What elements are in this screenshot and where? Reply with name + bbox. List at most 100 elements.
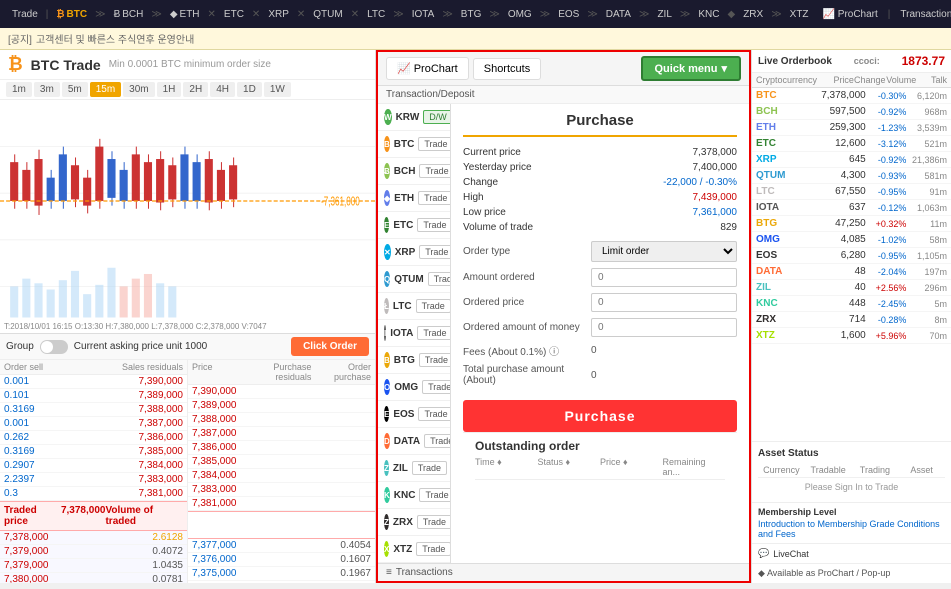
price-row-6[interactable]: 7,385,000: [188, 455, 375, 469]
rs-btc-row[interactable]: BTC7,378,000-0.30%6,120m: [752, 88, 951, 104]
currency-omg[interactable]: O OMG Trade D/W: [378, 374, 450, 401]
rs-iota-row[interactable]: IOTA637-0.12%1,063m: [752, 200, 951, 216]
tf-2h[interactable]: 2H: [183, 82, 208, 97]
nav-item-zil[interactable]: ZIL: [651, 7, 677, 22]
nav-item-xtz[interactable]: XTZ: [784, 7, 815, 22]
currency-etc[interactable]: E ETC Trade D/W: [378, 212, 450, 239]
sell-row-9[interactable]: 0.37,381,000: [0, 487, 187, 501]
bprice-row-2[interactable]: 7,376,0000.1607: [188, 553, 375, 567]
currency-data[interactable]: D DATA Trade D/W: [378, 428, 450, 455]
rs-knc-row[interactable]: KNC448-2.45%5m: [752, 296, 951, 312]
nav-item-knc[interactable]: KNC: [692, 7, 725, 22]
click-order-button[interactable]: Click Order: [291, 337, 369, 356]
buy-row-3[interactable]: 7,379,0001.0435: [0, 559, 187, 573]
nav-item-data[interactable]: DATA: [600, 7, 637, 22]
rs-bch-row[interactable]: BCH597,500-0.92%968m: [752, 104, 951, 120]
tf-5m[interactable]: 5m: [62, 82, 88, 97]
btg-trade-btn[interactable]: Trade: [419, 353, 451, 367]
price-row-4[interactable]: 7,387,000: [188, 427, 375, 441]
currency-ltc[interactable]: Ł LTC Trade D/W: [378, 293, 450, 320]
etc-trade-btn[interactable]: Trade: [417, 218, 451, 232]
nav-item-ltc[interactable]: LTC: [361, 7, 391, 22]
data-trade-btn[interactable]: Trade: [424, 434, 451, 448]
price-row-8[interactable]: 7,383,000: [188, 483, 375, 497]
money-input[interactable]: [591, 318, 737, 337]
currency-krw[interactable]: W KRW D/W: [378, 104, 450, 131]
nav-item-xrp[interactable]: XRP: [262, 7, 295, 22]
shortcuts-tab[interactable]: Shortcuts: [473, 58, 541, 80]
nav-item-bch[interactable]: Ƀ BCH: [108, 7, 150, 22]
buy-row-4[interactable]: 7,380,0000.0781: [0, 573, 187, 583]
eos-trade-btn[interactable]: Trade: [418, 407, 451, 421]
rs-xrp-row[interactable]: XRP645-0.92%21,386m: [752, 152, 951, 168]
iota-trade-btn[interactable]: Trade: [417, 326, 451, 340]
price-row-3[interactable]: 7,388,000: [188, 413, 375, 427]
price-row-7[interactable]: 7,384,000: [188, 469, 375, 483]
bprice-row-3[interactable]: 7,375,0000.1967: [188, 567, 375, 581]
sell-row-5[interactable]: 0.2627,386,000: [0, 431, 187, 445]
krw-dw-btn[interactable]: D/W: [423, 110, 451, 124]
bprice-row-4[interactable]: 7,374,0000.001: [188, 581, 375, 583]
rs-omg-row[interactable]: OMG4,085-1.02%58m: [752, 232, 951, 248]
order-type-select[interactable]: Limit order Market order: [591, 241, 737, 262]
nav-item-omg[interactable]: OMG: [502, 7, 538, 22]
sell-row-4[interactable]: 0.0017,387,000: [0, 417, 187, 431]
zil-trade-btn[interactable]: Trade: [412, 461, 447, 475]
currency-zil[interactable]: Z ZIL Trade D/W: [378, 455, 450, 482]
bch-trade-btn[interactable]: Trade: [419, 164, 451, 178]
purchase-button[interactable]: Purchase: [463, 400, 737, 432]
currency-qtum[interactable]: Q QTUM Trade D/W: [378, 266, 450, 293]
tf-4h[interactable]: 4H: [210, 82, 235, 97]
rs-zrx-row[interactable]: ZRX714-0.28%8m: [752, 312, 951, 328]
nav-transactions[interactable]: Transactions ▾: [894, 7, 951, 22]
livechat-section[interactable]: 💬 LiveChat: [752, 543, 951, 563]
tf-30m[interactable]: 30m: [123, 82, 154, 97]
ordered-price-input[interactable]: [591, 293, 737, 312]
nav-item-iota[interactable]: IOTA: [406, 7, 441, 22]
rs-zil-row[interactable]: ZIL40+2.56%296m: [752, 280, 951, 296]
zrx-trade-btn[interactable]: Trade: [417, 515, 451, 529]
rs-etc-row[interactable]: ETC12,600-3.12%521m: [752, 136, 951, 152]
rs-xtz-row[interactable]: XTZ1,600+5.96%70m: [752, 328, 951, 344]
tf-15m[interactable]: 15m: [90, 82, 121, 97]
currency-btg[interactable]: B BTG Trade D/W: [378, 347, 450, 374]
tf-1w[interactable]: 1W: [264, 82, 291, 97]
tf-3m[interactable]: 3m: [34, 82, 60, 97]
currency-xtz[interactable]: X XTZ Trade D/W: [378, 536, 450, 563]
currency-eos[interactable]: E EOS Trade D/W: [378, 401, 450, 428]
qtum-trade-btn[interactable]: Trade: [428, 272, 451, 286]
bprice-row-1[interactable]: 7,377,0000.4054: [188, 539, 375, 553]
price-row-9[interactable]: 7,381,000: [188, 497, 375, 511]
ltc-trade-btn[interactable]: Trade: [416, 299, 451, 313]
tf-1m[interactable]: 1m: [6, 82, 32, 97]
transactions-bar-bottom[interactable]: ≡ Transactions: [378, 563, 749, 581]
nav-item-eos[interactable]: EOS: [552, 7, 585, 22]
sell-row-1[interactable]: 0.0017,390,000: [0, 375, 187, 389]
sell-row-8[interactable]: 2.23977,383,000: [0, 473, 187, 487]
xrp-trade-btn[interactable]: Trade: [419, 245, 451, 259]
eth-trade-btn[interactable]: Trade: [418, 191, 451, 205]
nav-item-etc[interactable]: ETC: [218, 7, 250, 22]
rs-btg-row[interactable]: BTG47,250+0.32%11m: [752, 216, 951, 232]
nav-item-zrx[interactable]: ZRX: [737, 7, 769, 22]
knc-trade-btn[interactable]: Trade: [419, 488, 451, 502]
sell-row-2[interactable]: 0.1017,389,000: [0, 389, 187, 403]
nav-item-qtum[interactable]: QTUM: [307, 7, 348, 22]
rs-eth-row[interactable]: ETH259,300-1.23%3,539m: [752, 120, 951, 136]
currency-iota[interactable]: I IOTA Trade D/W: [378, 320, 450, 347]
membership-link[interactable]: Introduction to Membership Grade Conditi…: [758, 519, 945, 539]
tf-1h[interactable]: 1H: [157, 82, 182, 97]
nav-item-eth[interactable]: ◆ ETH: [164, 7, 206, 22]
sell-row-6[interactable]: 0.31697,385,000: [0, 445, 187, 459]
nav-item-btc[interactable]: ₿ BTC: [50, 7, 93, 22]
tf-1d[interactable]: 1D: [237, 82, 262, 97]
price-row-1[interactable]: 7,390,000: [188, 385, 375, 399]
currency-btc[interactable]: B BTC Trade D/W: [378, 131, 450, 158]
amount-input[interactable]: [591, 268, 737, 287]
rs-qtum-row[interactable]: QTUM4,300-0.93%581m: [752, 168, 951, 184]
nav-prochart[interactable]: 📈 ProChart: [817, 7, 884, 22]
btc-trade-btn[interactable]: Trade: [418, 137, 451, 151]
group-toggle[interactable]: [40, 340, 68, 354]
currency-bch[interactable]: Ƀ BCH Trade D/W: [378, 158, 450, 185]
buy-row-2[interactable]: 7,379,0000.4072: [0, 545, 187, 559]
